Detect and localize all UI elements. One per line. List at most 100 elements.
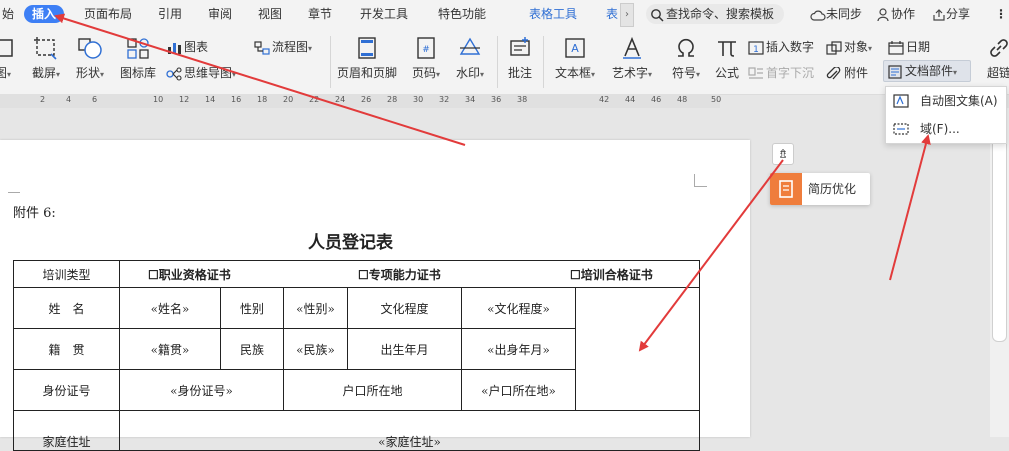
horizontal-ruler[interactable]: 2 4 6 10 12 14 16 18 20 22 24 26 28 30 32 34 36 38 42 44 46 4…: [0, 94, 721, 108]
menu-item-autotext[interactable]: 自动图文集(A): [886, 87, 1006, 115]
textbox-button[interactable]: A 文本框▾: [551, 36, 599, 81]
tab-scroll-right-icon[interactable]: ›: [620, 3, 634, 27]
tab-references[interactable]: 引用: [158, 5, 182, 23]
ribbon-separator: [543, 36, 544, 88]
tab-features[interactable]: 特色功能: [438, 5, 486, 23]
table-cell[interactable]: 家庭住址: [13, 410, 120, 451]
command-search[interactable]: 查找命令、搜索模板: [646, 4, 784, 24]
date-button[interactable]: 日期: [888, 38, 930, 56]
tab-developer[interactable]: 开发工具: [360, 5, 408, 23]
chart-button[interactable]: 图表: [166, 38, 208, 56]
tab-view[interactable]: 视图: [258, 5, 282, 23]
table-cell[interactable]: 姓 名: [13, 287, 120, 329]
tab-chapter[interactable]: 章节: [308, 5, 332, 23]
shape-button[interactable]: 形状▾: [72, 36, 108, 81]
picture-label: 图: [0, 66, 7, 80]
sync-button[interactable]: 未同步: [810, 5, 862, 23]
table-cell[interactable]: «身份证号»: [119, 369, 284, 411]
wordart-icon: [623, 36, 641, 59]
resume-label: 简历优化: [808, 182, 857, 196]
object-button[interactable]: 对象▾: [826, 38, 872, 56]
table-cell[interactable]: «姓名»: [119, 287, 221, 329]
training-option-special-skill[interactable]: ☐专项能力证书: [358, 266, 570, 283]
attachment-button[interactable]: 附件: [826, 64, 868, 82]
tab-review[interactable]: 审阅: [208, 5, 232, 23]
table-cell[interactable]: 籍 贯: [13, 328, 120, 370]
table-cell[interactable]: 文化程度: [347, 287, 462, 329]
icon-library-button[interactable]: 图标库: [118, 36, 158, 81]
table-cell[interactable]: 民族: [220, 328, 284, 370]
svg-text:1: 1: [753, 45, 759, 55]
ruler-tick: 32: [439, 95, 450, 104]
table-cell[interactable]: 培训类型: [13, 260, 120, 288]
tab-start[interactable]: 始: [2, 5, 14, 23]
ruler-tick: 30: [413, 95, 424, 104]
insert-number-button[interactable]: 1 插入数字: [748, 38, 814, 56]
screenshot-icon: [34, 37, 57, 60]
hyperlink-button[interactable]: 超链: [984, 36, 1009, 81]
drop-cap-button[interactable]: 首字下沉: [748, 64, 814, 82]
table-cell[interactable]: «性别»: [283, 287, 348, 329]
annotation-arrow: [889, 134, 931, 281]
screenshot-button[interactable]: 截屏▾: [28, 36, 64, 81]
menu-item-field[interactable]: 域(F)...: [886, 115, 1006, 143]
resume-optimize-button[interactable]: 简历优化: [770, 173, 870, 205]
search-label: 查找命令、搜索模板: [666, 7, 775, 21]
ruler-tick: 4: [66, 95, 72, 104]
page-number-button[interactable]: # 页码▾: [406, 36, 446, 81]
watermark-label: 水印: [455, 66, 480, 80]
ruler-tick: 38: [517, 95, 528, 104]
symbol-label: 符号: [671, 66, 696, 80]
header-footer-button[interactable]: 页眉和页脚: [334, 36, 400, 81]
comment-label: 批注: [507, 66, 532, 80]
shape-icon: [78, 38, 102, 59]
ruler-tick: 2: [40, 95, 46, 104]
table-cell[interactable]: «文化程度»: [461, 287, 576, 329]
collab-button[interactable]: 协作: [877, 5, 915, 23]
chart-icon: [168, 42, 181, 54]
photo-cell[interactable]: [574, 287, 701, 411]
table-cell[interactable]: «出身年月»: [461, 328, 576, 370]
shape-label: 形状: [75, 66, 100, 80]
table-cell[interactable]: «籍贯»: [119, 328, 221, 370]
page-number-label: 页码: [411, 66, 436, 80]
formula-button[interactable]: 公式: [712, 36, 742, 81]
training-option-training-cert[interactable]: ☐培训合格证书: [570, 268, 653, 282]
share-button[interactable]: 分享: [932, 5, 970, 23]
more-icon[interactable]: ⋮: [995, 5, 1007, 23]
table-cell[interactable]: «家庭住址»: [118, 410, 701, 451]
watermark-button[interactable]: 水印▾: [452, 36, 488, 81]
tab-table-style[interactable]: 表: [606, 5, 618, 23]
textbox-label: 文本框: [554, 66, 591, 80]
table-cell[interactable]: 性别: [220, 287, 284, 329]
flowchart-button[interactable]: 流程图▾: [254, 38, 312, 56]
symbol-button[interactable]: 符号▾: [664, 36, 708, 81]
doc-parts-dropdown: 自动图文集(A) 域(F)...: [885, 86, 1007, 144]
tab-table-tools[interactable]: 表格工具: [529, 5, 577, 23]
table-cell[interactable]: «民族»: [283, 328, 348, 370]
ruler-tick: 22: [309, 95, 320, 104]
table-cell[interactable]: 出生年月: [347, 328, 462, 370]
training-option-qualification[interactable]: ☐职业资格证书: [121, 266, 358, 283]
registration-table[interactable]: 培训类型 ☐职业资格证书 ☐专项能力证书 ☐培训合格证书 姓 名 «姓名» 性别 «…: [13, 260, 701, 451]
table-cell[interactable]: 身份证号: [13, 369, 120, 411]
autotext-label: 自动图文集(A): [920, 94, 998, 108]
tab-page-layout[interactable]: 页面布局: [84, 5, 132, 23]
number-icon: 1: [748, 40, 764, 55]
table-cell[interactable]: 户口所在地: [283, 369, 462, 411]
svg-text:A: A: [571, 42, 579, 55]
comment-button[interactable]: 批注: [503, 36, 537, 81]
calendar-icon: [888, 40, 904, 55]
ruler-tick: 34: [465, 95, 476, 104]
margin-corner-mark: [694, 174, 707, 187]
mindmap-button[interactable]: 思维导图▾: [166, 64, 236, 82]
collapse-icon[interactable]: ⇯: [772, 143, 794, 165]
wordart-button[interactable]: 艺术字▾: [607, 36, 657, 81]
picture-button[interactable]: 图▾: [0, 36, 14, 81]
doc-parts-button[interactable]: 文档部件▾: [883, 60, 971, 82]
table-cell[interactable]: ☐职业资格证书 ☐专项能力证书 ☐培训合格证书: [118, 260, 701, 288]
tab-insert[interactable]: 插入: [24, 5, 65, 23]
share-icon: [933, 8, 945, 21]
ribbon-separator: [497, 36, 498, 88]
table-cell[interactable]: «户口所在地»: [461, 369, 576, 411]
